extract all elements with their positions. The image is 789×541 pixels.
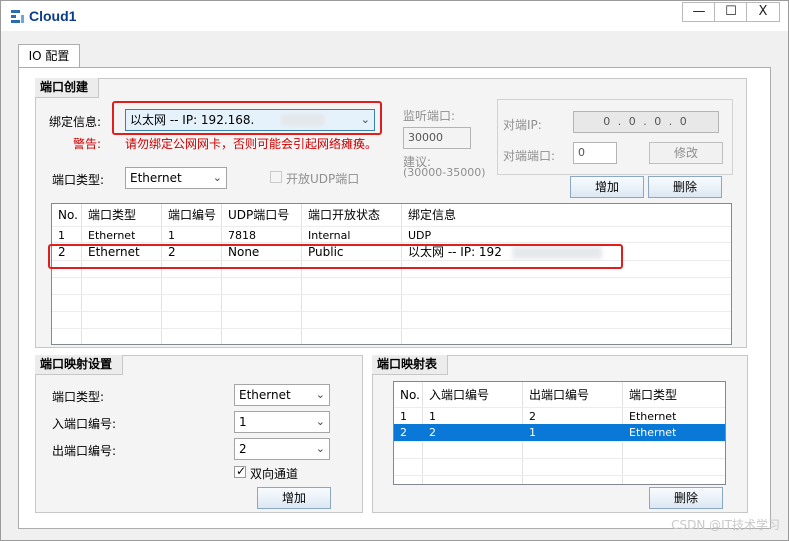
- table-cell: Ethernet: [88, 229, 136, 242]
- port-map-table-title: 端口映射表: [372, 355, 449, 375]
- table-cell: 2: [58, 245, 66, 259]
- open-udp-label: 开放UDP端口: [286, 172, 360, 186]
- listen-port-label: 监听端口:: [403, 109, 456, 123]
- column-header[interactable]: 绑定信息: [402, 207, 456, 224]
- in-port-select[interactable]: 1 ⌄: [234, 411, 330, 433]
- column-header[interactable]: 端口编号: [162, 207, 216, 224]
- warning-label: 警告:: [73, 137, 102, 151]
- table-cell: 2: [400, 426, 407, 439]
- in-port-label: 入端口编号:: [52, 417, 117, 431]
- warning-text: 请勿绑定公网网卡，否则可能会引起网络瘫痪。: [125, 137, 378, 151]
- listen-port-input[interactable]: 30000: [403, 127, 471, 149]
- peer-port-label: 对端端口:: [503, 149, 556, 163]
- minimize-button[interactable]: —: [682, 2, 716, 22]
- out-port-select[interactable]: 2 ⌄: [234, 438, 330, 460]
- title-bar: Cloud1 — ☐ X: [1, 1, 788, 31]
- close-icon: X: [758, 4, 768, 19]
- port-map-table-group: 端口映射表 No. 入端口编号 出端口编号 端口类型 1 1 2 Etherne…: [372, 355, 748, 513]
- csdn-watermark: CSDN @IT技术学习: [671, 518, 780, 532]
- column-header[interactable]: 端口类型: [623, 387, 677, 404]
- map-port-type-select[interactable]: Ethernet ⌄: [234, 384, 330, 406]
- in-port-value: 1: [239, 415, 247, 429]
- table-cell: Ethernet: [629, 410, 677, 423]
- table-cell: 2: [429, 426, 436, 439]
- out-port-value: 2: [239, 442, 247, 456]
- table-cell: Ethernet: [629, 426, 677, 439]
- column-header[interactable]: No.: [394, 387, 420, 404]
- delete-mapping-button[interactable]: 删除: [649, 487, 723, 509]
- chevron-down-icon: ⌄: [315, 442, 325, 455]
- redaction-blur: [512, 246, 602, 259]
- add-mapping-button[interactable]: 增加: [257, 487, 331, 509]
- port-map-settings-title: 端口映射设置: [35, 355, 124, 375]
- close-button[interactable]: X: [746, 2, 780, 22]
- maximize-button[interactable]: ☐: [714, 2, 748, 22]
- column-header[interactable]: 端口类型: [82, 207, 136, 224]
- port-type-label: 端口类型:: [52, 173, 105, 187]
- port-type-select[interactable]: Ethernet ⌄: [125, 167, 227, 189]
- chevron-down-icon: ⌄: [212, 171, 222, 184]
- table-row-selected[interactable]: 2 2 1 Ethernet: [394, 424, 725, 441]
- maximize-icon: ☐: [725, 4, 737, 19]
- bidirectional-checkbox[interactable]: ✓: [234, 464, 247, 478]
- table-cell: Public: [308, 245, 344, 259]
- table-cell: Internal: [308, 229, 351, 242]
- cloud1-window: Cloud1 — ☐ X IO 配置 端口创建 绑定信息: 以太网 -- IP:…: [0, 0, 789, 541]
- delete-port-button[interactable]: 删除: [648, 176, 722, 198]
- map-port-type-value: Ethernet: [239, 388, 291, 402]
- minimize-icon: —: [692, 4, 706, 19]
- table-cell: None: [228, 245, 260, 259]
- bind-info-label: 绑定信息:: [49, 115, 102, 129]
- peer-port-value: 0: [578, 146, 585, 159]
- bind-info-select[interactable]: 以太网 -- IP: 192.168. ⌄: [125, 109, 375, 131]
- tab-panel-io-config: 端口创建 绑定信息: 以太网 -- IP: 192.168. ⌄ 警告: 请勿绑…: [18, 67, 771, 529]
- out-port-label: 出端口编号:: [52, 444, 117, 458]
- table-cell: 1: [58, 229, 65, 242]
- table-cell: 以太网 -- IP: 192: [408, 245, 502, 259]
- open-udp-checkbox[interactable]: [270, 171, 282, 183]
- port-type-value: Ethernet: [130, 171, 182, 185]
- peer-ip-label: 对端IP:: [503, 118, 542, 132]
- table-cell: 7818: [228, 229, 256, 242]
- map-port-type-label: 端口类型:: [52, 390, 105, 404]
- table-cell: 2: [529, 410, 536, 423]
- column-header[interactable]: UDP端口号: [222, 207, 289, 224]
- checkmark-icon: ✓: [236, 464, 247, 478]
- port-create-group: 端口创建 绑定信息: 以太网 -- IP: 192.168. ⌄ 警告: 请勿绑…: [35, 78, 747, 348]
- port-map-settings-group: 端口映射设置 端口类型: Ethernet ⌄ 入端口编号: 1 ⌄ 出端口编号…: [35, 355, 363, 513]
- port-table: No. 端口类型 端口编号 UDP端口号 端口开放状态 绑定信息 1 Ether…: [51, 203, 732, 345]
- table-cell: 1: [400, 410, 407, 423]
- listen-port-value: 30000: [408, 131, 443, 144]
- tab-io-config[interactable]: IO 配置: [18, 44, 80, 68]
- add-port-button[interactable]: 增加: [570, 176, 644, 198]
- cloud-app-icon: [11, 10, 24, 23]
- table-cell: UDP: [408, 229, 432, 242]
- chevron-down-icon: ⌄: [315, 388, 325, 401]
- column-header[interactable]: No.: [52, 207, 78, 224]
- peer-ip-input[interactable]: 0 . 0 . 0 . 0: [573, 111, 719, 133]
- chevron-down-icon: ⌄: [360, 113, 370, 126]
- bind-info-value: 以太网 -- IP: 192.168.: [130, 113, 255, 127]
- port-map-table: No. 入端口编号 出端口编号 端口类型 1 1 2 Ethernet 2 2 …: [393, 381, 726, 485]
- window-title: Cloud1: [29, 8, 77, 24]
- peer-settings-box: 对端IP: 0 . 0 . 0 . 0 对端端口: 0 修改: [497, 99, 733, 175]
- table-cell: 1: [168, 229, 175, 242]
- table-cell: Ethernet: [88, 245, 140, 259]
- modify-button[interactable]: 修改: [649, 142, 723, 164]
- redaction-blur: [281, 114, 325, 126]
- bidirectional-label: 双向通道: [250, 467, 299, 481]
- table-cell: 1: [429, 410, 436, 423]
- column-header[interactable]: 入端口编号: [423, 387, 489, 404]
- suggest-range: (30000-35000): [403, 166, 486, 179]
- peer-port-input[interactable]: 0: [573, 142, 617, 164]
- port-create-title: 端口创建: [35, 78, 100, 98]
- chevron-down-icon: ⌄: [315, 415, 325, 428]
- peer-ip-value: 0 . 0 . 0 . 0: [603, 115, 689, 128]
- table-cell: 2: [168, 245, 176, 259]
- table-cell: 1: [529, 426, 536, 439]
- column-header[interactable]: 出端口编号: [523, 387, 589, 404]
- column-header[interactable]: 端口开放状态: [302, 207, 380, 224]
